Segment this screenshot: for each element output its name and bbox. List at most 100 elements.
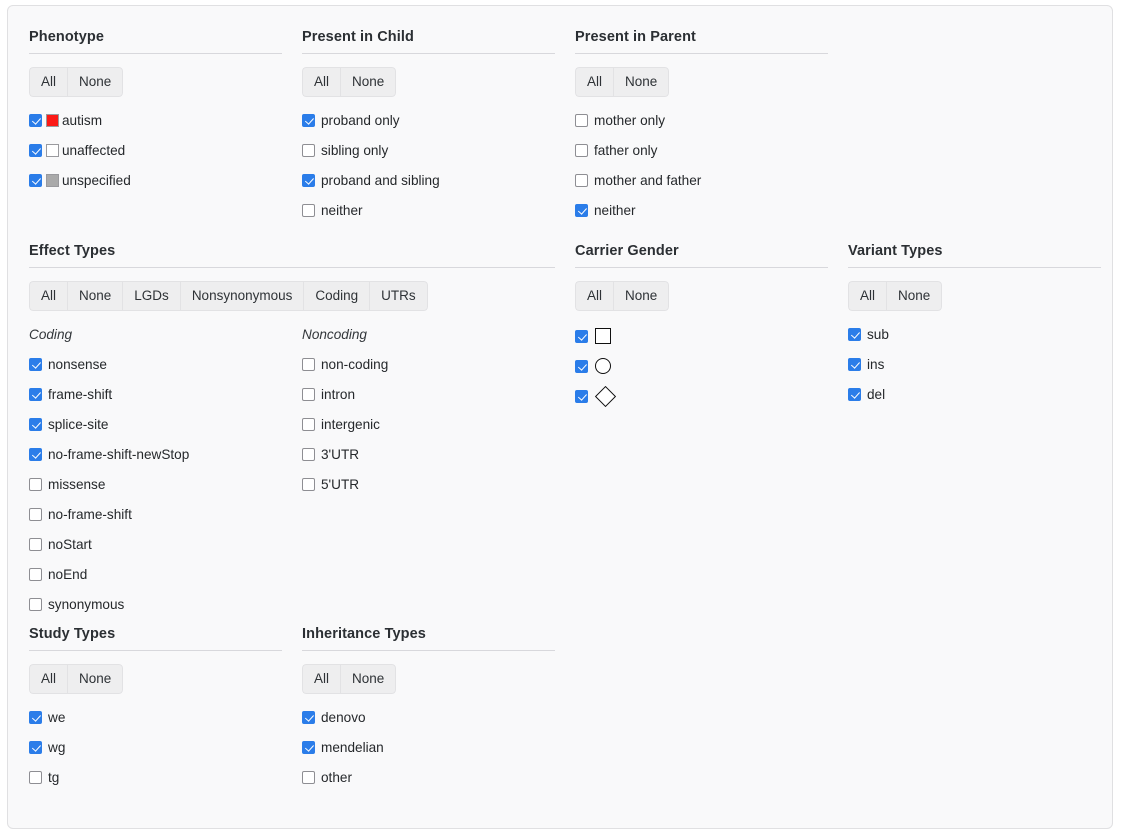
effect-types-none-button[interactable]: None: [67, 281, 122, 311]
checkbox-row-intergenic[interactable]: intergenic: [302, 414, 555, 435]
checkbox-row-gender-unspecified[interactable]: [575, 384, 828, 408]
inheritance-types-all-button[interactable]: All: [302, 664, 340, 694]
checkbox-gender-male[interactable]: [575, 330, 588, 343]
checkbox-5utr[interactable]: [302, 478, 315, 491]
effect-types-all-button[interactable]: All: [29, 281, 67, 311]
checkbox-non-coding[interactable]: [302, 358, 315, 371]
effect-types-nonsynonymous-button[interactable]: Nonsynonymous: [180, 281, 304, 311]
checkbox-row-gender-female[interactable]: [575, 354, 828, 378]
checkbox-denovo[interactable]: [302, 711, 315, 724]
checkbox-row-other[interactable]: other: [302, 767, 555, 788]
checkbox-child-neither[interactable]: [302, 204, 315, 217]
checkbox-row-nonsense[interactable]: nonsense: [29, 354, 302, 375]
present-in-child-all-button[interactable]: All: [302, 67, 340, 97]
checkbox-gender-female[interactable]: [575, 360, 588, 373]
checkbox-label-denovo: denovo: [321, 709, 366, 726]
carrier-gender-none-button[interactable]: None: [613, 281, 669, 311]
checkbox-row-tg[interactable]: tg: [29, 767, 282, 788]
present-in-parent-all-button[interactable]: All: [575, 67, 613, 97]
inheritance-types-none-button[interactable]: None: [340, 664, 396, 694]
checkbox-row-proband-and-sibling[interactable]: proband and sibling: [302, 170, 555, 191]
group-study-types-buttons: All None: [29, 664, 123, 694]
present-in-child-none-button[interactable]: None: [340, 67, 396, 97]
checkbox-gender-unspecified[interactable]: [575, 390, 588, 403]
study-types-all-button[interactable]: All: [29, 664, 67, 694]
checkbox-noend[interactable]: [29, 568, 42, 581]
checkbox-sub[interactable]: [848, 328, 861, 341]
checkbox-parent-neither[interactable]: [575, 204, 588, 217]
checkbox-other[interactable]: [302, 771, 315, 784]
checkbox-row-nostart[interactable]: noStart: [29, 534, 302, 555]
variant-types-all-button[interactable]: All: [848, 281, 886, 311]
phenotype-all-button[interactable]: All: [29, 67, 67, 97]
checkbox-row-unaffected[interactable]: unaffected: [29, 140, 282, 161]
checkbox-row-5utr[interactable]: 5'UTR: [302, 474, 555, 495]
checkbox-row-noend[interactable]: noEnd: [29, 564, 302, 585]
checkbox-mother-and-father[interactable]: [575, 174, 588, 187]
checkbox-mendelian[interactable]: [302, 741, 315, 754]
checkbox-ins[interactable]: [848, 358, 861, 371]
checkbox-row-3utr[interactable]: 3'UTR: [302, 444, 555, 465]
checkbox-label-nonsense: nonsense: [48, 356, 107, 373]
checkbox-father-only[interactable]: [575, 144, 588, 157]
effect-types-lgds-button[interactable]: LGDs: [122, 281, 180, 311]
checkbox-missense[interactable]: [29, 478, 42, 491]
checkbox-tg[interactable]: [29, 771, 42, 784]
checkbox-no-frame-shift[interactable]: [29, 508, 42, 521]
checkbox-nostart[interactable]: [29, 538, 42, 551]
checkbox-proband-and-sibling[interactable]: [302, 174, 315, 187]
checkbox-row-splice-site[interactable]: splice-site: [29, 414, 302, 435]
checkbox-nonsense[interactable]: [29, 358, 42, 371]
checkbox-row-synonymous[interactable]: synonymous: [29, 594, 302, 615]
phenotype-none-button[interactable]: None: [67, 67, 123, 97]
checkbox-del[interactable]: [848, 388, 861, 401]
checkbox-row-mother-only[interactable]: mother only: [575, 110, 828, 131]
checkbox-synonymous[interactable]: [29, 598, 42, 611]
checkbox-row-intron[interactable]: intron: [302, 384, 555, 405]
checkbox-row-proband-only[interactable]: proband only: [302, 110, 555, 131]
checkbox-row-mendelian[interactable]: mendelian: [302, 737, 555, 758]
checkbox-sibling-only[interactable]: [302, 144, 315, 157]
checkbox-unaffected[interactable]: [29, 144, 42, 157]
checkbox-row-ins[interactable]: ins: [848, 354, 1101, 375]
checkbox-label-proband-and-sibling: proband and sibling: [321, 172, 440, 189]
effect-types-coding-button[interactable]: Coding: [303, 281, 369, 311]
checkbox-we[interactable]: [29, 711, 42, 724]
checkbox-row-no-frame-shift[interactable]: no-frame-shift: [29, 504, 302, 525]
checkbox-row-no-frame-shift-newstop[interactable]: no-frame-shift-newStop: [29, 444, 302, 465]
checkbox-row-child-neither[interactable]: neither: [302, 200, 555, 221]
checkbox-3utr[interactable]: [302, 448, 315, 461]
study-types-none-button[interactable]: None: [67, 664, 123, 694]
checkbox-row-we[interactable]: we: [29, 707, 282, 728]
checkbox-row-gender-male[interactable]: [575, 324, 828, 348]
checkbox-row-denovo[interactable]: denovo: [302, 707, 555, 728]
checkbox-row-wg[interactable]: wg: [29, 737, 282, 758]
checkbox-row-unspecified[interactable]: unspecified: [29, 170, 282, 191]
checkbox-intron[interactable]: [302, 388, 315, 401]
checkbox-row-sibling-only[interactable]: sibling only: [302, 140, 555, 161]
checkbox-splice-site[interactable]: [29, 418, 42, 431]
checkbox-row-frame-shift[interactable]: frame-shift: [29, 384, 302, 405]
checkbox-row-missense[interactable]: missense: [29, 474, 302, 495]
checkbox-row-del[interactable]: del: [848, 384, 1101, 405]
checkbox-proband-only[interactable]: [302, 114, 315, 127]
checkbox-row-non-coding[interactable]: non-coding: [302, 354, 555, 375]
present-in-parent-none-button[interactable]: None: [613, 67, 669, 97]
variant-types-none-button[interactable]: None: [886, 281, 942, 311]
checkbox-row-sub[interactable]: sub: [848, 324, 1101, 345]
checkbox-mother-only[interactable]: [575, 114, 588, 127]
checkbox-no-frame-shift-newstop[interactable]: [29, 448, 42, 461]
carrier-gender-all-button[interactable]: All: [575, 281, 613, 311]
checkbox-unspecified[interactable]: [29, 174, 42, 187]
effect-types-utrs-button[interactable]: UTRs: [369, 281, 428, 311]
checkbox-wg[interactable]: [29, 741, 42, 754]
checkbox-frame-shift[interactable]: [29, 388, 42, 401]
checkbox-autism[interactable]: [29, 114, 42, 127]
checkbox-row-father-only[interactable]: father only: [575, 140, 828, 161]
checkbox-label-mother-and-father: mother and father: [594, 172, 701, 189]
checkbox-row-parent-neither[interactable]: neither: [575, 200, 828, 221]
checkbox-row-mother-and-father[interactable]: mother and father: [575, 170, 828, 191]
checkbox-row-autism[interactable]: autism: [29, 110, 282, 131]
checkbox-label-proband-only: proband only: [321, 112, 400, 129]
checkbox-intergenic[interactable]: [302, 418, 315, 431]
